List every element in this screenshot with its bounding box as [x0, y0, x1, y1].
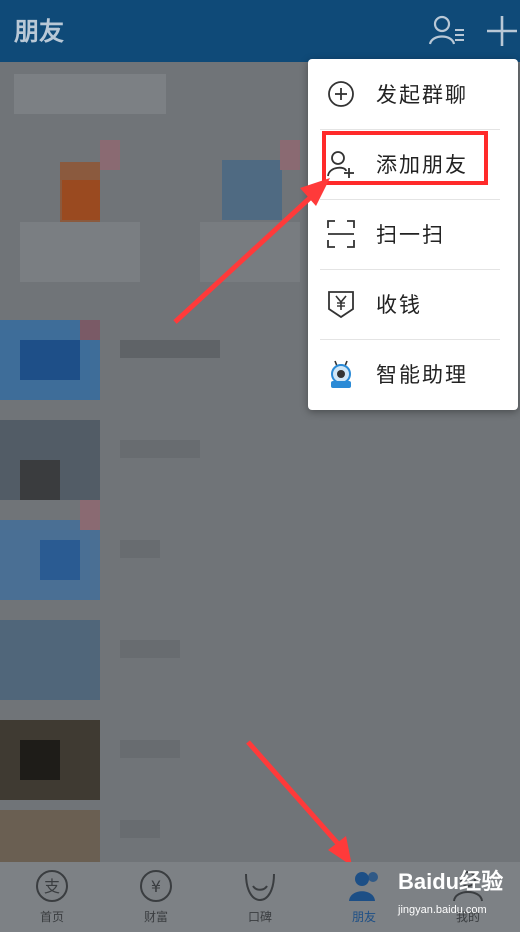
yen-coin-icon: ¥: [138, 868, 174, 904]
tab-label: 财富: [143, 910, 168, 924]
contact-avatar: [222, 160, 282, 220]
contact-avatar: [40, 540, 80, 580]
contact-avatar: [20, 740, 60, 780]
menu-item-receive-money[interactable]: 收钱: [308, 269, 518, 339]
tab-koubei[interactable]: 口碑: [208, 862, 312, 932]
assistant-bot-icon: [326, 359, 356, 389]
menu-item-scan[interactable]: 扫一扫: [308, 199, 518, 269]
contact-avatar: [200, 222, 300, 282]
tab-wealth[interactable]: ¥ 财富: [104, 862, 208, 932]
tab-label: 首页: [39, 910, 64, 924]
contact-avatar: [0, 620, 100, 700]
tab-label: 口碑: [247, 910, 272, 924]
watermark-brand: Baidu经验: [398, 869, 504, 894]
add-circle-icon: [326, 79, 356, 109]
contact-avatar: [280, 140, 300, 170]
contact-avatar: [20, 222, 140, 282]
koubei-smile-icon: [242, 868, 278, 904]
contact-avatar: [62, 180, 100, 220]
add-options-menu: 发起群聊 添加朋友 扫一扫 收钱 智能助理: [308, 59, 518, 410]
receive-money-icon: [326, 289, 356, 319]
contact-name: [120, 820, 160, 838]
contact-avatar: [20, 460, 60, 500]
contact-name: [120, 340, 220, 358]
svg-text:支: 支: [44, 877, 60, 896]
app-header: 朋友: [0, 0, 520, 62]
plus-icon[interactable]: [482, 12, 520, 50]
contact-name: [120, 440, 200, 458]
contacts-menu-icon[interactable]: [428, 12, 468, 50]
contact-name: [120, 740, 180, 758]
top-card: [14, 74, 166, 114]
contact-avatar: [100, 140, 120, 170]
svg-text:¥: ¥: [151, 877, 161, 896]
menu-item-label: 发起群聊: [376, 83, 468, 107]
scan-icon: [326, 219, 356, 249]
menu-item-smart-assistant[interactable]: 智能助理: [308, 339, 518, 409]
friends-icon: [346, 868, 382, 904]
menu-item-label: 收钱: [376, 293, 422, 317]
contact-avatar: [0, 810, 100, 862]
alipay-home-icon: 支: [34, 868, 70, 904]
page-title: 朋友: [14, 17, 65, 46]
contact-name: [120, 640, 180, 658]
contact-avatar: [80, 320, 100, 340]
contact-avatar: [20, 340, 80, 380]
menu-item-group-chat[interactable]: 发起群聊: [308, 59, 518, 129]
contact-name: [120, 540, 160, 558]
watermark-url: jingyan.baidu.com: [398, 904, 487, 916]
baidu-jingyan-watermark: Baidu经验 jingyan.baidu.com: [398, 860, 518, 920]
menu-item-label: 智能助理: [376, 363, 468, 387]
menu-item-label: 扫一扫: [376, 223, 445, 247]
highlight-box: [322, 131, 488, 185]
tab-home[interactable]: 支 首页: [0, 862, 104, 932]
contact-avatar: [80, 500, 100, 530]
